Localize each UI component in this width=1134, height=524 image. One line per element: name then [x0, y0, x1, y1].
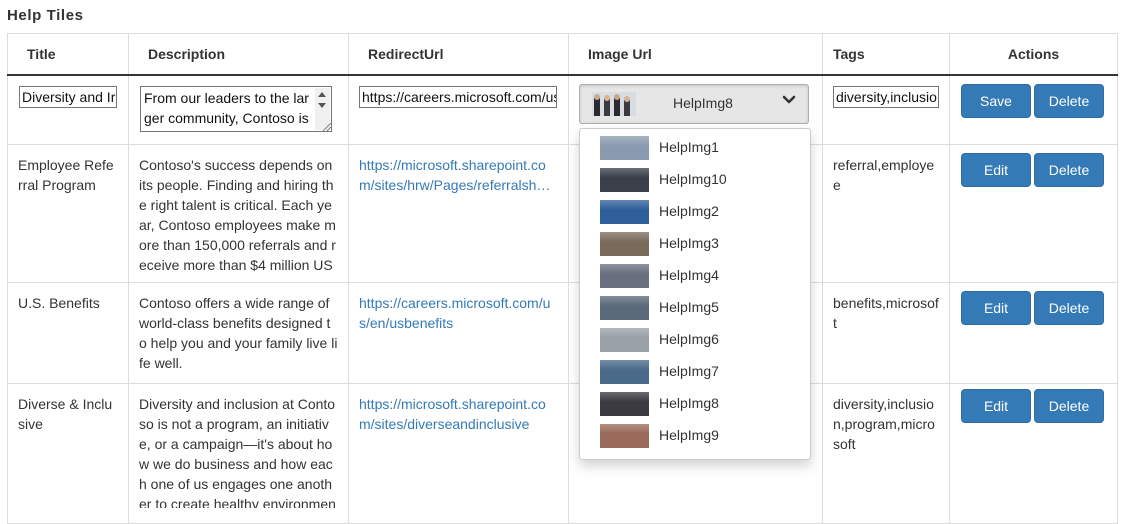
- description-textarea[interactable]: From our leaders to the larger community…: [140, 86, 332, 132]
- header-description: Description: [128, 33, 349, 76]
- image-dropdown-menu: HelpImg1 HelpImg10 HelpImg2 HelpImg3 Hel…: [579, 128, 811, 460]
- edit-button[interactable]: Edit: [961, 389, 1031, 423]
- chevron-down-icon[interactable]: [782, 93, 796, 107]
- option-label: HelpImg8: [659, 395, 719, 411]
- option-label: HelpImg3: [659, 235, 719, 251]
- option-label: HelpImg9: [659, 427, 719, 443]
- row-redirect-link[interactable]: https://microsoft.sharepoint.com/sites/d…: [349, 384, 568, 444]
- dropdown-option-helpimg7[interactable]: HelpImg7: [580, 356, 810, 388]
- option-thumbnail: [600, 200, 649, 224]
- scroll-down-icon[interactable]: [318, 103, 326, 108]
- header-image-url: Image Url: [568, 33, 823, 76]
- selected-image-thumbnail: [592, 92, 636, 116]
- option-thumbnail: [600, 168, 649, 192]
- option-label: HelpImg1: [659, 139, 719, 155]
- option-label: HelpImg2: [659, 203, 719, 219]
- delete-button[interactable]: Delete: [1034, 389, 1104, 423]
- option-thumbnail: [600, 136, 649, 160]
- dropdown-option-helpimg1[interactable]: HelpImg1: [580, 132, 810, 164]
- dropdown-option-helpimg4[interactable]: HelpImg4: [580, 260, 810, 292]
- help-tiles-table: Title Description RedirectUrl Image Url …: [7, 33, 1118, 524]
- selected-image-label: HelpImg8: [673, 95, 733, 111]
- header-tags: Tags: [822, 33, 950, 76]
- row-description: Diversity and inclusion at Contoso is no…: [139, 396, 336, 508]
- option-label: HelpImg4: [659, 267, 719, 283]
- option-label: HelpImg10: [659, 171, 727, 187]
- header-title: Title: [7, 33, 129, 76]
- option-thumbnail: [600, 424, 649, 448]
- option-label: HelpImg6: [659, 331, 719, 347]
- option-label: HelpImg5: [659, 299, 719, 315]
- row-description: Contoso's success depends on its people.…: [139, 157, 336, 273]
- option-thumbnail: [600, 296, 649, 320]
- page-title: Help Tiles: [7, 7, 84, 24]
- dropdown-option-helpimg10[interactable]: HelpImg10: [580, 164, 810, 196]
- resize-grip-icon[interactable]: [323, 123, 331, 131]
- option-thumbnail: [600, 392, 649, 416]
- edit-row: Diversity and Ir From our leaders to the…: [7, 74, 1118, 145]
- save-button[interactable]: Save: [961, 84, 1031, 118]
- scroll-up-icon[interactable]: [318, 92, 326, 97]
- image-url-select[interactable]: HelpImg8: [579, 84, 809, 124]
- tags-input[interactable]: diversity,inclusio: [833, 86, 939, 108]
- option-thumbnail: [600, 264, 649, 288]
- option-thumbnail: [600, 328, 649, 352]
- edit-button[interactable]: Edit: [961, 291, 1031, 325]
- dropdown-option-helpimg3[interactable]: HelpImg3: [580, 228, 810, 260]
- delete-button[interactable]: Delete: [1034, 291, 1104, 325]
- table-header-row: Title Description RedirectUrl Image Url …: [7, 33, 1118, 76]
- edit-description-cell: From our leaders to the larger community…: [128, 74, 349, 145]
- option-thumbnail: [600, 360, 649, 384]
- row-tags: benefits,microsoft: [833, 295, 939, 331]
- row-redirect-link[interactable]: https://microsoft.sharepoint.com/sites/h…: [349, 145, 568, 205]
- delete-button[interactable]: Delete: [1034, 84, 1104, 118]
- table-row: Employee Referral Program Contoso's succ…: [7, 144, 1118, 283]
- option-label: HelpImg7: [659, 363, 719, 379]
- redirect-url-input[interactable]: https://careers.microsoft.com/us: [359, 86, 557, 108]
- header-redirect-url: RedirectUrl: [348, 33, 569, 76]
- description-textarea-text: From our leaders to the larger community…: [144, 90, 309, 126]
- delete-button[interactable]: Delete: [1034, 153, 1104, 187]
- row-redirect-link[interactable]: https://careers.microsoft.com/us/en/usbe…: [349, 283, 568, 343]
- row-title: Diverse & Inclusive: [18, 396, 113, 432]
- table-row: Diverse & Inclusive Diversity and inclus…: [7, 383, 1118, 524]
- row-tags: referral,employee: [833, 157, 935, 193]
- edit-tags-cell: diversity,inclusio: [822, 74, 950, 145]
- edit-button[interactable]: Edit: [961, 153, 1031, 187]
- dropdown-option-helpimg8[interactable]: HelpImg8: [580, 388, 810, 420]
- dropdown-option-helpimg6[interactable]: HelpImg6: [580, 324, 810, 356]
- title-input[interactable]: Diversity and Ir: [19, 86, 117, 108]
- row-tags: diversity,inclusion,program,microsoft: [833, 396, 935, 452]
- dropdown-option-helpimg2[interactable]: HelpImg2: [580, 196, 810, 228]
- option-thumbnail: [600, 232, 649, 256]
- dropdown-option-helpimg9[interactable]: HelpImg9: [580, 420, 810, 452]
- dropdown-option-helpimg5[interactable]: HelpImg5: [580, 292, 810, 324]
- row-title: Employee Referral Program: [18, 157, 114, 193]
- header-actions: Actions: [949, 33, 1118, 76]
- table-row: U.S. Benefits Contoso offers a wide rang…: [7, 282, 1118, 384]
- row-title: U.S. Benefits: [18, 295, 100, 311]
- edit-title-cell: Diversity and Ir: [7, 74, 129, 145]
- row-description: Contoso offers a wide range of world-cla…: [139, 295, 338, 371]
- edit-redirect-cell: https://careers.microsoft.com/us: [348, 74, 569, 145]
